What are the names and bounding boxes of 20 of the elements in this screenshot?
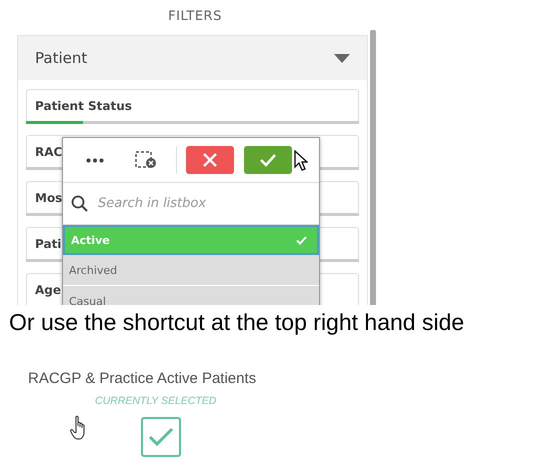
check-icon bbox=[259, 153, 277, 167]
checkbox[interactable] bbox=[141, 417, 181, 457]
clear-selection-icon[interactable] bbox=[135, 151, 157, 169]
list-item[interactable]: Casual bbox=[63, 286, 319, 305]
cancel-button[interactable] bbox=[186, 146, 234, 174]
close-icon bbox=[202, 152, 218, 168]
caption-text: Or use the shortcut at the top right hand side bbox=[8, 308, 466, 337]
section-header[interactable]: Patient bbox=[18, 36, 367, 80]
check-icon bbox=[296, 236, 307, 244]
shortcut-title: RACGP & Practice Active Patients bbox=[28, 370, 258, 387]
search-icon bbox=[71, 195, 88, 212]
more-icon[interactable] bbox=[86, 158, 104, 162]
list-item[interactable]: Archived bbox=[63, 255, 319, 286]
check-icon bbox=[148, 427, 174, 447]
mouse-pointer-icon bbox=[294, 150, 308, 172]
scrollbar[interactable] bbox=[370, 30, 376, 305]
filters-title: FILTERS bbox=[167, 8, 223, 26]
confirm-button[interactable] bbox=[244, 146, 292, 174]
status-label: CURRENTLY SELECTED bbox=[95, 395, 216, 407]
caret-icon bbox=[334, 54, 350, 62]
